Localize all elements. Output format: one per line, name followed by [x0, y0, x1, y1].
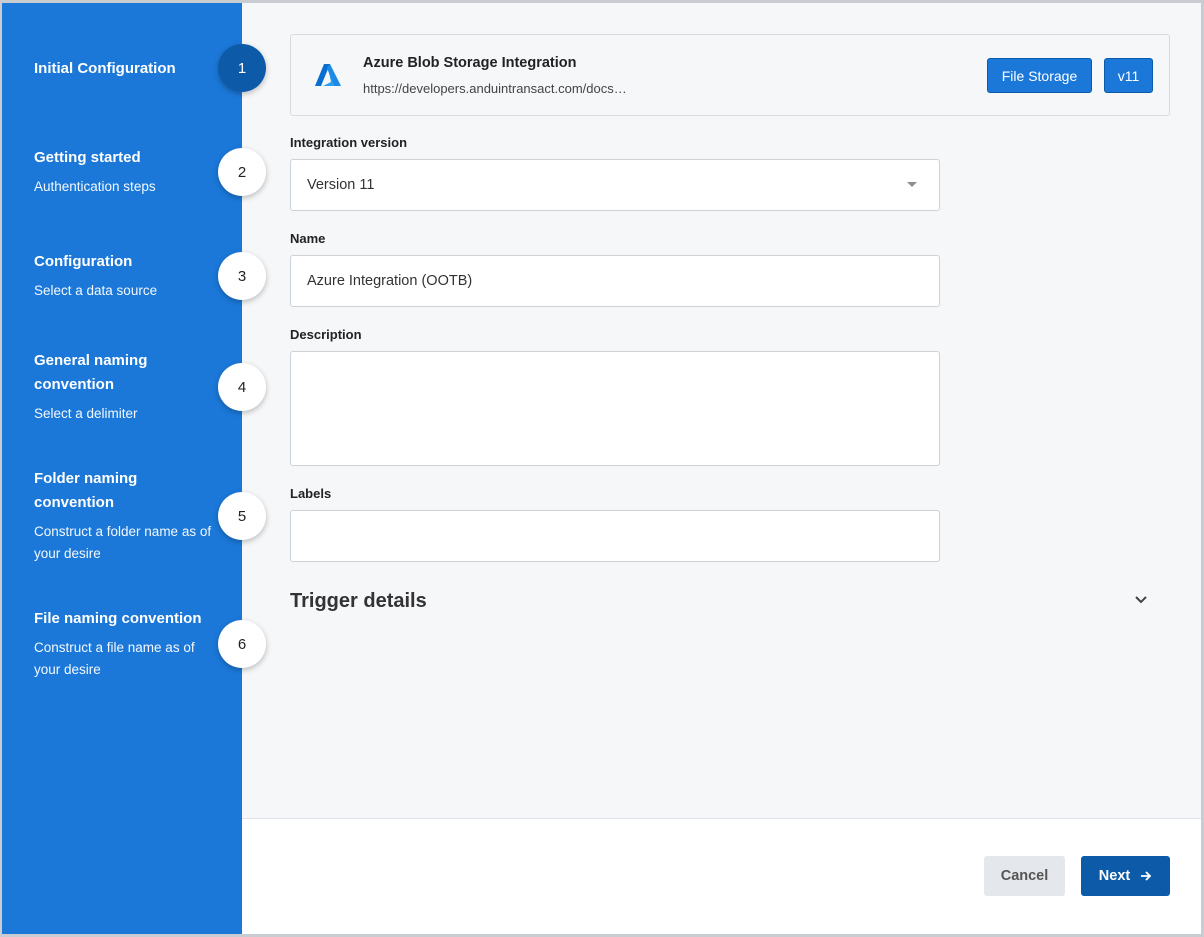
wizard-window: Initial Configuration 1 Getting started …: [2, 3, 1201, 934]
description-label: Description: [290, 327, 362, 342]
integration-version-select[interactable]: Version 11: [290, 159, 940, 211]
step-title: Folder naming convention: [34, 470, 138, 511]
step-title: Configuration: [34, 253, 133, 270]
trigger-details-title[interactable]: Trigger details: [290, 590, 427, 613]
step-subtitle: Construct a folder name as of your desir…: [34, 524, 212, 561]
integration-card: Azure Blob Storage Integration https://d…: [290, 34, 1170, 116]
step-folder-naming[interactable]: Folder naming convention Construct a fol…: [34, 467, 214, 565]
integration-title: Azure Blob Storage Integration: [363, 55, 577, 71]
labels-input[interactable]: [290, 510, 940, 562]
step-subtitle: Construct a file name as of your desire: [34, 640, 195, 677]
main-content: Azure Blob Storage Integration https://d…: [242, 3, 1201, 818]
next-label: Next: [1098, 868, 1131, 884]
step-getting-started[interactable]: Getting started Authentication steps: [34, 146, 224, 198]
integration-version-value: Version 11: [307, 177, 375, 193]
step-general-naming[interactable]: General naming convention Select a delim…: [34, 349, 184, 425]
name-value: Azure Integration (OOTB): [307, 273, 473, 289]
cancel-button[interactable]: Cancel: [984, 856, 1065, 896]
version-tag: v11: [1104, 58, 1153, 93]
description-textarea[interactable]: [290, 351, 940, 466]
step-configuration[interactable]: Configuration Select a data source: [34, 250, 224, 302]
azure-logo-icon: [315, 64, 341, 86]
step-subtitle: Authentication steps: [34, 179, 156, 194]
footer-bar: Cancel Next: [242, 818, 1201, 934]
step-title: General naming convention: [34, 352, 148, 393]
name-label: Name: [290, 231, 326, 246]
integration-url[interactable]: https://developers.anduintransact.com/do…: [363, 81, 663, 96]
chevron-down-icon[interactable]: [1134, 595, 1148, 605]
next-button[interactable]: Next: [1081, 856, 1170, 896]
step-file-naming[interactable]: File naming convention Construct a file …: [34, 607, 214, 681]
step-initial-configuration[interactable]: Initial Configuration: [34, 57, 224, 81]
step-title: File naming convention: [34, 610, 202, 627]
caret-down-icon: [907, 182, 917, 187]
name-input[interactable]: Azure Integration (OOTB): [290, 255, 940, 307]
labels-label: Labels: [290, 486, 332, 501]
file-storage-tag: File Storage: [987, 58, 1092, 93]
step-subtitle: Select a data source: [34, 283, 158, 298]
integration-version-label: Integration version: [290, 135, 408, 150]
step-sidebar: Initial Configuration 1 Getting started …: [2, 3, 266, 934]
step-subtitle: Select a delimiter: [34, 406, 138, 421]
step-title: Initial Configuration: [34, 60, 176, 77]
step-title: Getting started: [34, 149, 141, 166]
arrow-right-icon: [1141, 871, 1152, 881]
